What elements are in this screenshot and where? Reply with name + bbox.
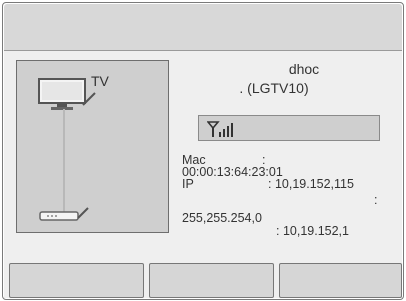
wifi-signal-icon (207, 121, 233, 137)
connection-diagram: TV (16, 60, 169, 233)
dialog-title-bar (4, 4, 402, 51)
dialog-button-2[interactable] (149, 263, 274, 298)
dialog-button-3[interactable] (279, 263, 402, 298)
subnet-colon: : (374, 193, 378, 207)
dialog-button-1[interactable] (9, 263, 144, 298)
connection-cable (63, 109, 65, 219)
tv-icon (38, 78, 96, 110)
gateway-value: : 10,19.152,1 (276, 224, 349, 238)
network-status-dialog: TV dhoc . (LGTV10) Mac: 00:00:13:64:23:… (2, 2, 404, 300)
dialog-content: TV dhoc . (LGTV10) Mac: 00:00:13:64:23:… (4, 51, 402, 298)
signal-strength-box (198, 115, 380, 141)
ip-value: : 10,19.152,115 (268, 177, 354, 191)
device-info-panel: dhoc . (LGTV10) Mac : 00:00:13:64:23:01 … (174, 51, 402, 241)
device-name: dhoc (288, 61, 320, 77)
router-icon (39, 207, 89, 221)
subnet-value: 255,255.254,0 (182, 211, 262, 225)
device-model: . (LGTV10) (239, 80, 309, 96)
tv-label: TV (91, 73, 109, 89)
ip-label: IP (182, 177, 194, 191)
